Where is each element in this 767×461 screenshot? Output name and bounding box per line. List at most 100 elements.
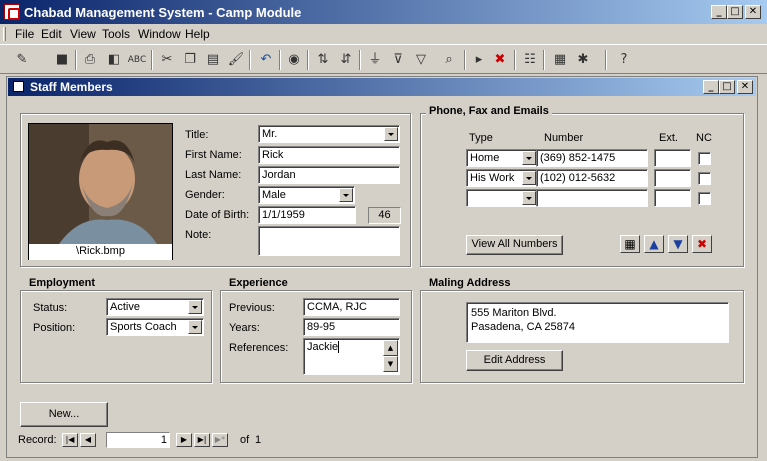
- undo-icon[interactable]: ↶: [256, 50, 276, 70]
- chevron-down-icon[interactable]: [384, 127, 398, 141]
- format-painter-icon[interactable]: 🖌: [226, 50, 246, 70]
- address-box[interactable]: 555 Mariton Blvd. Pasadena, CA 25874: [466, 302, 729, 343]
- toolbar: ✎ ■ ⎙ ◧ ABC ✂ ❐ ▤ 🖌 ↶ ◉ ⇅ ⇵ ⏚ ⊽ ▽ ⌕ ▸ ✖ …: [0, 44, 767, 74]
- title-select[interactable]: Mr.: [258, 125, 400, 143]
- form-title: Staff Members: [30, 80, 113, 94]
- menu-file[interactable]: File: [15, 27, 34, 41]
- new-object-icon[interactable]: ✱: [573, 50, 593, 70]
- properties-icon[interactable]: ☷: [520, 50, 540, 70]
- photo-caption: \Rick.bmp: [29, 244, 172, 260]
- chevron-down-icon[interactable]: [522, 151, 536, 165]
- help-icon[interactable]: ?: [614, 50, 634, 70]
- delete-record-icon[interactable]: ✖: [490, 50, 510, 70]
- note-label: Note:: [185, 229, 212, 241]
- chevron-down-icon[interactable]: [522, 171, 536, 185]
- filter-by-selection-icon[interactable]: ⏚: [365, 50, 385, 70]
- last-name-field[interactable]: Jordan: [258, 166, 400, 184]
- staff-photo[interactable]: \Rick.bmp: [28, 123, 173, 260]
- status-label: Status:: [33, 302, 68, 314]
- menu-help[interactable]: Help: [185, 27, 210, 41]
- menu-window[interactable]: Window: [138, 27, 181, 41]
- view-all-numbers-button[interactable]: View All Numbers: [466, 235, 563, 255]
- chevron-down-icon[interactable]: [522, 191, 536, 205]
- phone-nc-checkbox[interactable]: [698, 192, 711, 205]
- years-field[interactable]: 89-95: [303, 318, 400, 336]
- menu-tools[interactable]: Tools: [102, 27, 130, 41]
- new-button[interactable]: New...: [20, 402, 108, 427]
- chevron-down-icon[interactable]: [188, 320, 202, 334]
- status-select[interactable]: Active: [106, 298, 204, 316]
- form-icon: [13, 81, 24, 92]
- delete-number-icon[interactable]: ✖: [692, 235, 712, 253]
- sort-descending-icon[interactable]: ⇵: [336, 50, 356, 70]
- paste-icon[interactable]: ▤: [203, 50, 223, 70]
- new-record-icon[interactable]: ▸: [469, 50, 489, 70]
- next-record-icon[interactable]: ▶: [176, 433, 192, 447]
- first-name-field[interactable]: Rick: [258, 146, 400, 164]
- nc-header: NC: [696, 132, 712, 144]
- phone-nc-checkbox[interactable]: [698, 172, 711, 185]
- number-header: Number: [544, 132, 584, 144]
- phone-type-select[interactable]: [466, 189, 538, 207]
- position-label: Position:: [33, 322, 76, 334]
- prev-record-icon[interactable]: ◀: [80, 433, 96, 447]
- phone-number-field[interactable]: (369) 852-1475: [536, 149, 648, 167]
- phone-ext-field[interactable]: [654, 169, 691, 187]
- record-number-field[interactable]: 1: [106, 432, 170, 448]
- previous-field[interactable]: CCMA, RJC: [303, 298, 400, 316]
- grid-icon[interactable]: ▦: [620, 235, 640, 253]
- phone-nc-checkbox[interactable]: [698, 152, 711, 165]
- title-label: Title:: [185, 129, 209, 141]
- form-close-button[interactable]: ✕: [737, 80, 753, 94]
- new-record-nav-icon[interactable]: ▶*: [212, 433, 228, 447]
- find-icon[interactable]: ⌕: [439, 50, 459, 70]
- menu-edit[interactable]: Edit: [41, 27, 62, 41]
- sort-ascending-icon[interactable]: ⇅: [313, 50, 333, 70]
- chevron-down-icon[interactable]: [339, 188, 353, 202]
- position-select[interactable]: Sports Coach: [106, 318, 204, 336]
- form-minimize-button[interactable]: _: [703, 80, 719, 94]
- dob-label: Date of Birth:: [185, 209, 250, 221]
- menu-view[interactable]: View: [70, 27, 96, 41]
- arrow-up-icon[interactable]: ▲: [644, 235, 664, 253]
- spelling-icon[interactable]: ABC: [127, 50, 147, 70]
- first-name-label: First Name:: [185, 149, 242, 161]
- form-maximize-button[interactable]: □: [719, 80, 735, 94]
- apply-filter-icon[interactable]: ▽: [411, 50, 431, 70]
- maximize-button[interactable]: □: [727, 5, 743, 19]
- first-record-icon[interactable]: |◀: [62, 433, 78, 447]
- references-field[interactable]: Jackie ▲ ▼: [303, 338, 400, 375]
- gender-select[interactable]: Male: [258, 186, 355, 204]
- ext-header: Ext.: [659, 132, 678, 144]
- phone-type-select[interactable]: Home: [466, 149, 538, 167]
- save-icon[interactable]: ■: [52, 50, 72, 70]
- phone-number-field[interactable]: [536, 189, 648, 207]
- print-icon[interactable]: ⎙: [80, 50, 100, 70]
- database-window-icon[interactable]: ▦: [550, 50, 570, 70]
- menu-bar: File Edit View Tools Window Help: [0, 24, 767, 44]
- address-title: Maling Address: [426, 277, 514, 289]
- filter-by-form-icon[interactable]: ⊽: [388, 50, 408, 70]
- note-field[interactable]: [258, 226, 400, 256]
- print-preview-icon[interactable]: ◧: [104, 50, 124, 70]
- chevron-down-icon[interactable]: [188, 300, 202, 314]
- close-button[interactable]: ✕: [745, 5, 761, 19]
- scroll-down-icon[interactable]: ▼: [383, 356, 398, 372]
- edit-address-button[interactable]: Edit Address: [466, 350, 563, 371]
- type-header: Type: [469, 132, 493, 144]
- phone-number-field[interactable]: (102) 012-5632: [536, 169, 648, 187]
- dob-field[interactable]: 1/1/1959: [258, 206, 356, 224]
- last-name-label: Last Name:: [185, 169, 242, 181]
- minimize-button[interactable]: _: [711, 5, 727, 19]
- age-display: 46: [368, 207, 401, 224]
- design-view-icon[interactable]: ✎: [12, 50, 32, 70]
- last-record-icon[interactable]: ▶|: [194, 433, 210, 447]
- phone-type-select[interactable]: His Work: [466, 169, 538, 187]
- cut-icon[interactable]: ✂: [157, 50, 177, 70]
- copy-icon[interactable]: ❐: [180, 50, 200, 70]
- phone-ext-field[interactable]: [654, 149, 691, 167]
- scroll-up-icon[interactable]: ▲: [383, 340, 398, 356]
- phone-ext-field[interactable]: [654, 189, 691, 207]
- arrow-down-icon[interactable]: ▼: [668, 235, 688, 253]
- hyperlink-icon[interactable]: ◉: [284, 50, 304, 70]
